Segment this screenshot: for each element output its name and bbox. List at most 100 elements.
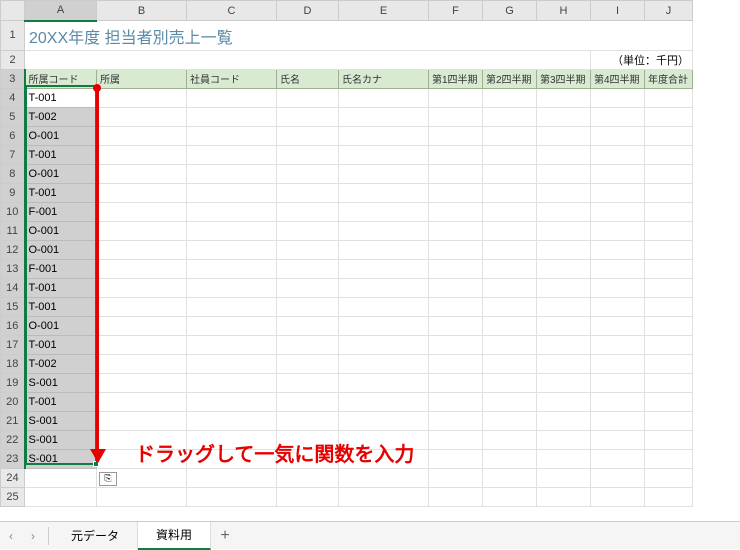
code-cell[interactable]: T-001 bbox=[25, 392, 97, 411]
cell[interactable] bbox=[277, 126, 339, 145]
unit-label[interactable]: （単位：千円） bbox=[591, 50, 693, 69]
header-cell[interactable]: 第1四半期 bbox=[429, 69, 483, 88]
code-cell[interactable]: F-001 bbox=[25, 259, 97, 278]
cell[interactable] bbox=[537, 183, 591, 202]
cell[interactable] bbox=[339, 88, 429, 107]
cell[interactable] bbox=[339, 316, 429, 335]
cell[interactable] bbox=[339, 411, 429, 430]
cell[interactable] bbox=[483, 145, 537, 164]
header-cell[interactable]: 所属コード bbox=[25, 69, 97, 88]
cell[interactable] bbox=[591, 240, 645, 259]
cell[interactable] bbox=[483, 449, 537, 468]
code-cell[interactable]: F-001 bbox=[25, 202, 97, 221]
cell[interactable] bbox=[97, 335, 187, 354]
cell[interactable] bbox=[591, 107, 645, 126]
cell[interactable] bbox=[645, 107, 693, 126]
cell[interactable] bbox=[483, 183, 537, 202]
cell[interactable] bbox=[537, 240, 591, 259]
tab-source-data[interactable]: 元データ bbox=[53, 522, 138, 550]
header-cell[interactable]: 氏名 bbox=[277, 69, 339, 88]
cell[interactable] bbox=[591, 411, 645, 430]
cell[interactable] bbox=[339, 354, 429, 373]
row-header[interactable]: 18 bbox=[1, 354, 25, 373]
col-header-I[interactable]: I bbox=[591, 1, 645, 21]
cell[interactable] bbox=[483, 392, 537, 411]
col-header-A[interactable]: A bbox=[25, 1, 97, 21]
cell[interactable] bbox=[97, 278, 187, 297]
row-header[interactable]: 20 bbox=[1, 392, 25, 411]
cell[interactable] bbox=[277, 411, 339, 430]
cell[interactable] bbox=[187, 88, 277, 107]
cell[interactable] bbox=[645, 392, 693, 411]
cell[interactable] bbox=[537, 221, 591, 240]
cell[interactable] bbox=[429, 183, 483, 202]
code-cell[interactable]: T-001 bbox=[25, 335, 97, 354]
cell[interactable] bbox=[591, 354, 645, 373]
cell[interactable] bbox=[537, 202, 591, 221]
row-header[interactable]: 16 bbox=[1, 316, 25, 335]
tab-material[interactable]: 資料用 bbox=[138, 522, 211, 550]
cell[interactable] bbox=[537, 297, 591, 316]
cell[interactable] bbox=[429, 145, 483, 164]
header-cell[interactable]: 第3四半期 bbox=[537, 69, 591, 88]
cell[interactable] bbox=[591, 88, 645, 107]
cell[interactable] bbox=[187, 468, 277, 487]
cell[interactable] bbox=[187, 373, 277, 392]
cell[interactable] bbox=[591, 202, 645, 221]
code-cell[interactable]: T-001 bbox=[25, 278, 97, 297]
cell[interactable] bbox=[187, 335, 277, 354]
cell[interactable] bbox=[645, 126, 693, 145]
cell[interactable] bbox=[339, 335, 429, 354]
cell[interactable] bbox=[537, 468, 591, 487]
header-cell[interactable]: 所属 bbox=[97, 69, 187, 88]
cell[interactable] bbox=[645, 430, 693, 449]
cell[interactable] bbox=[483, 278, 537, 297]
cell[interactable] bbox=[339, 240, 429, 259]
row-header[interactable]: 24 bbox=[1, 468, 25, 487]
cell[interactable] bbox=[483, 240, 537, 259]
cell[interactable] bbox=[187, 487, 277, 506]
cell[interactable] bbox=[97, 392, 187, 411]
cell[interactable] bbox=[483, 221, 537, 240]
header-cell[interactable]: 第2四半期 bbox=[483, 69, 537, 88]
code-cell[interactable]: S-001 bbox=[25, 411, 97, 430]
row-header[interactable]: 8 bbox=[1, 164, 25, 183]
cell[interactable] bbox=[591, 126, 645, 145]
cell[interactable] bbox=[277, 278, 339, 297]
cell[interactable] bbox=[591, 259, 645, 278]
cell[interactable] bbox=[645, 88, 693, 107]
cell[interactable] bbox=[97, 373, 187, 392]
cell[interactable] bbox=[97, 259, 187, 278]
cell[interactable] bbox=[187, 107, 277, 126]
cell[interactable] bbox=[187, 259, 277, 278]
autofill-options-button[interactable]: ⎘ bbox=[99, 472, 117, 486]
cell[interactable] bbox=[277, 145, 339, 164]
code-cell[interactable]: O-001 bbox=[25, 164, 97, 183]
cell[interactable] bbox=[483, 88, 537, 107]
row-header[interactable]: 9 bbox=[1, 183, 25, 202]
cell[interactable] bbox=[429, 487, 483, 506]
col-header-G[interactable]: G bbox=[483, 1, 537, 21]
cell[interactable] bbox=[483, 259, 537, 278]
cell[interactable] bbox=[591, 316, 645, 335]
cell[interactable] bbox=[645, 164, 693, 183]
cell[interactable] bbox=[483, 202, 537, 221]
cell[interactable] bbox=[591, 487, 645, 506]
cell[interactable] bbox=[97, 411, 187, 430]
cell[interactable] bbox=[97, 88, 187, 107]
cell[interactable] bbox=[645, 240, 693, 259]
cell[interactable] bbox=[645, 316, 693, 335]
cell[interactable] bbox=[187, 202, 277, 221]
cell[interactable] bbox=[537, 278, 591, 297]
cell[interactable] bbox=[187, 316, 277, 335]
cell[interactable] bbox=[97, 202, 187, 221]
cell[interactable] bbox=[483, 487, 537, 506]
cell[interactable] bbox=[97, 297, 187, 316]
cell[interactable] bbox=[591, 221, 645, 240]
cell[interactable] bbox=[483, 335, 537, 354]
cell[interactable] bbox=[277, 316, 339, 335]
cell[interactable] bbox=[187, 164, 277, 183]
col-header-C[interactable]: C bbox=[187, 1, 277, 21]
cell[interactable] bbox=[429, 373, 483, 392]
cell[interactable] bbox=[97, 126, 187, 145]
